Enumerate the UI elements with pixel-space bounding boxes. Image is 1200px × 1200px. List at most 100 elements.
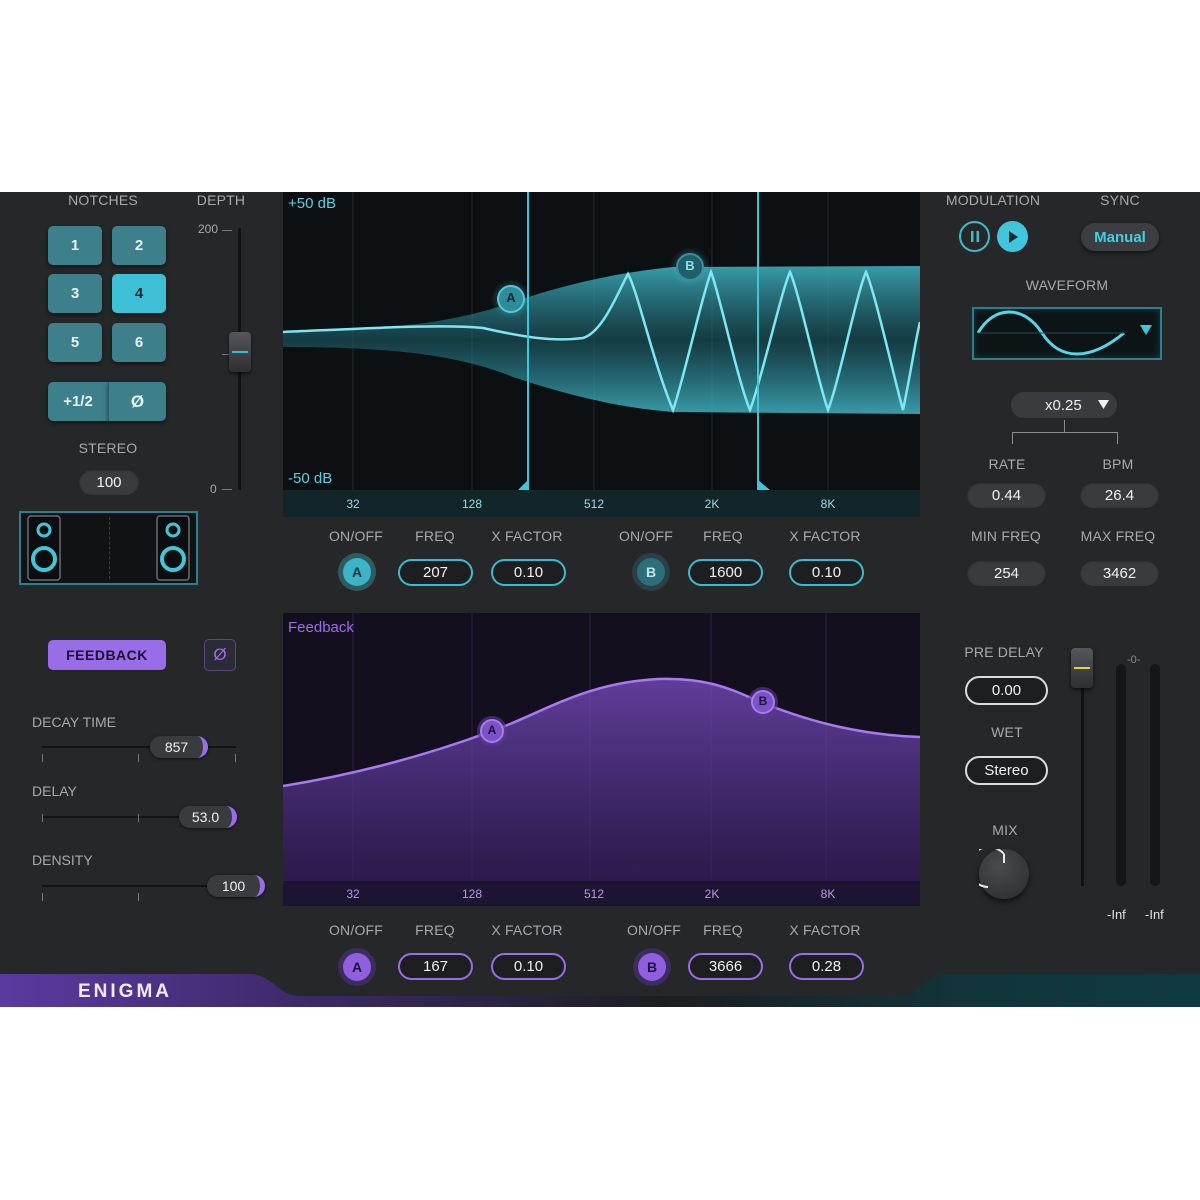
pre-delay-value[interactable]: 0.00 [965,676,1048,705]
wet-label: WET [991,724,1023,740]
sine-wave-icon [976,310,1125,356]
meter-left-readout: -Inf [1107,907,1126,922]
depth-max-label: 200 [198,222,219,236]
feedback-b-onoff-label: ON/OFF [626,922,682,938]
rate-multiplier-value: x0.25 [1045,396,1082,414]
meter-right-readout: -Inf [1145,907,1164,922]
mix-knob[interactable] [979,849,1029,899]
mix-label: MIX [992,822,1018,838]
feedback-freq-label: 512 [583,887,605,901]
feedback-toggle-button[interactable]: FEEDBACK [48,640,166,670]
feedback-freq-label: 8K [820,887,836,901]
notch-a-freq-label: FREQ [415,528,455,544]
feedback-a-xfactor-label: X FACTOR [491,922,563,938]
notch-button-2[interactable]: 2 [112,226,166,265]
density-value[interactable]: 100 [207,875,265,897]
min-freq-label: MIN FREQ [970,528,1042,544]
notch-button-1[interactable]: 1 [48,226,102,265]
feedback-graph-canvas [283,613,920,906]
depth-slider-handle[interactable] [229,332,251,372]
feedback-a-onoff-label: ON/OFF [328,922,384,938]
bpm-label: BPM [1102,456,1134,472]
notch-a-onoff-button[interactable]: A [343,558,371,586]
notches-title: NOTCHES [68,192,138,208]
feedback-a-freq-label: FREQ [415,922,455,938]
pre-delay-label: PRE DELAY [964,644,1044,660]
feedback-node-a[interactable]: A [482,723,502,737]
waveform-selector[interactable] [972,307,1162,360]
notch-b-onoff-button[interactable]: B [637,558,665,586]
right-speaker-icon [156,515,190,581]
sync-title: SYNC [1100,192,1140,208]
waveform-title: WAVEFORM [1025,277,1109,293]
feedback-freq-label: 32 [346,887,360,901]
max-freq-value[interactable]: 3462 [1080,560,1159,586]
notch-button-5[interactable]: 5 [48,323,102,362]
min-freq-value[interactable]: 254 [967,560,1046,586]
notch-a-onoff-label: ON/OFF [328,528,384,544]
rate-multiplier-dropdown[interactable]: x0.25 [1011,392,1117,418]
notch-button-6[interactable]: 6 [112,323,166,362]
notch-b-onoff-label: ON/OFF [618,528,674,544]
feedback-node-b[interactable]: B [753,694,773,708]
notch-phase-button[interactable]: Ø [108,382,166,421]
notch-graph[interactable]: A B +50 dB -50 dB 32 128 512 2K 8K [283,192,920,517]
brand-logo: ENIGMA [78,981,172,1002]
notch-freq-label: 512 [583,497,605,511]
output-meter-left [1116,664,1126,886]
output-fader-track[interactable] [1081,654,1084,886]
notch-graph-bottom-db: -50 dB [288,470,333,487]
mix-knob-indicator [979,849,1005,888]
feedback-graph-title: Feedback [288,619,354,636]
notch-b-freq-label: FREQ [703,528,743,544]
notch-a-xfactor-value[interactable]: 0.10 [491,559,566,586]
meter-zero-label: -0- [1127,654,1141,666]
notch-b-xfactor-value[interactable]: 0.10 [789,559,864,586]
bpm-value[interactable]: 26.4 [1080,482,1159,508]
decay-time-value[interactable]: 857 [150,736,208,758]
modulation-title: MODULATION [945,192,1041,208]
stereo-title: STEREO [78,440,138,456]
stereo-value[interactable]: 100 [79,469,139,495]
delay-value[interactable]: 53.0 [179,806,237,828]
notch-button-3[interactable]: 3 [48,274,102,313]
notch-graph-top-db: +50 dB [288,195,336,212]
half-notch-button[interactable]: +1/2 [48,382,108,421]
notch-node-b[interactable]: B [680,258,700,273]
notch-freq-label: 2K [704,497,720,511]
notch-button-4[interactable]: 4 [112,274,166,313]
delay-label: DELAY [32,783,77,799]
brand-bar [0,974,1200,1007]
feedback-graph[interactable]: A B Feedback 32 128 512 2K 8K [283,613,920,906]
notch-freq-label: 8K [820,497,836,511]
rate-value[interactable]: 0.44 [967,482,1046,508]
depth-min-label: 0 [210,482,217,496]
notch-freq-label: 32 [346,497,360,511]
feedback-freq-label: 128 [461,887,483,901]
pause-icon [970,231,979,242]
left-speaker-icon [27,515,61,581]
play-icon [1008,230,1018,243]
notch-a-xfactor-label: X FACTOR [491,528,563,544]
max-freq-label: MAX FREQ [1080,528,1156,544]
wet-dropdown[interactable]: Stereo [965,756,1048,785]
enigma-plugin-window: NOTCHES DEPTH 1 2 3 4 5 6 +1/2 Ø 200 0 S… [0,192,1200,1007]
sync-dropdown[interactable]: Manual [1081,223,1159,251]
notch-b-xfactor-label: X FACTOR [789,528,861,544]
notch-graph-canvas [283,192,920,517]
output-fader-handle[interactable] [1071,648,1093,688]
output-meter-right [1150,664,1160,886]
rate-label: RATE [988,456,1026,472]
stereo-width-display[interactable] [19,511,198,585]
depth-title: DEPTH [196,192,246,208]
play-button[interactable] [997,221,1028,252]
decay-time-label: DECAY TIME [32,714,117,730]
pause-button[interactable] [959,221,990,252]
feedback-phase-button[interactable]: Ø [204,639,236,671]
feedback-b-xfactor-label: X FACTOR [789,922,861,938]
notch-b-freq-value[interactable]: 1600 [688,559,763,586]
feedback-freq-label: 2K [704,887,720,901]
notch-node-a[interactable]: A [501,290,521,305]
notch-a-freq-value[interactable]: 207 [398,559,473,586]
density-label: DENSITY [32,852,93,868]
